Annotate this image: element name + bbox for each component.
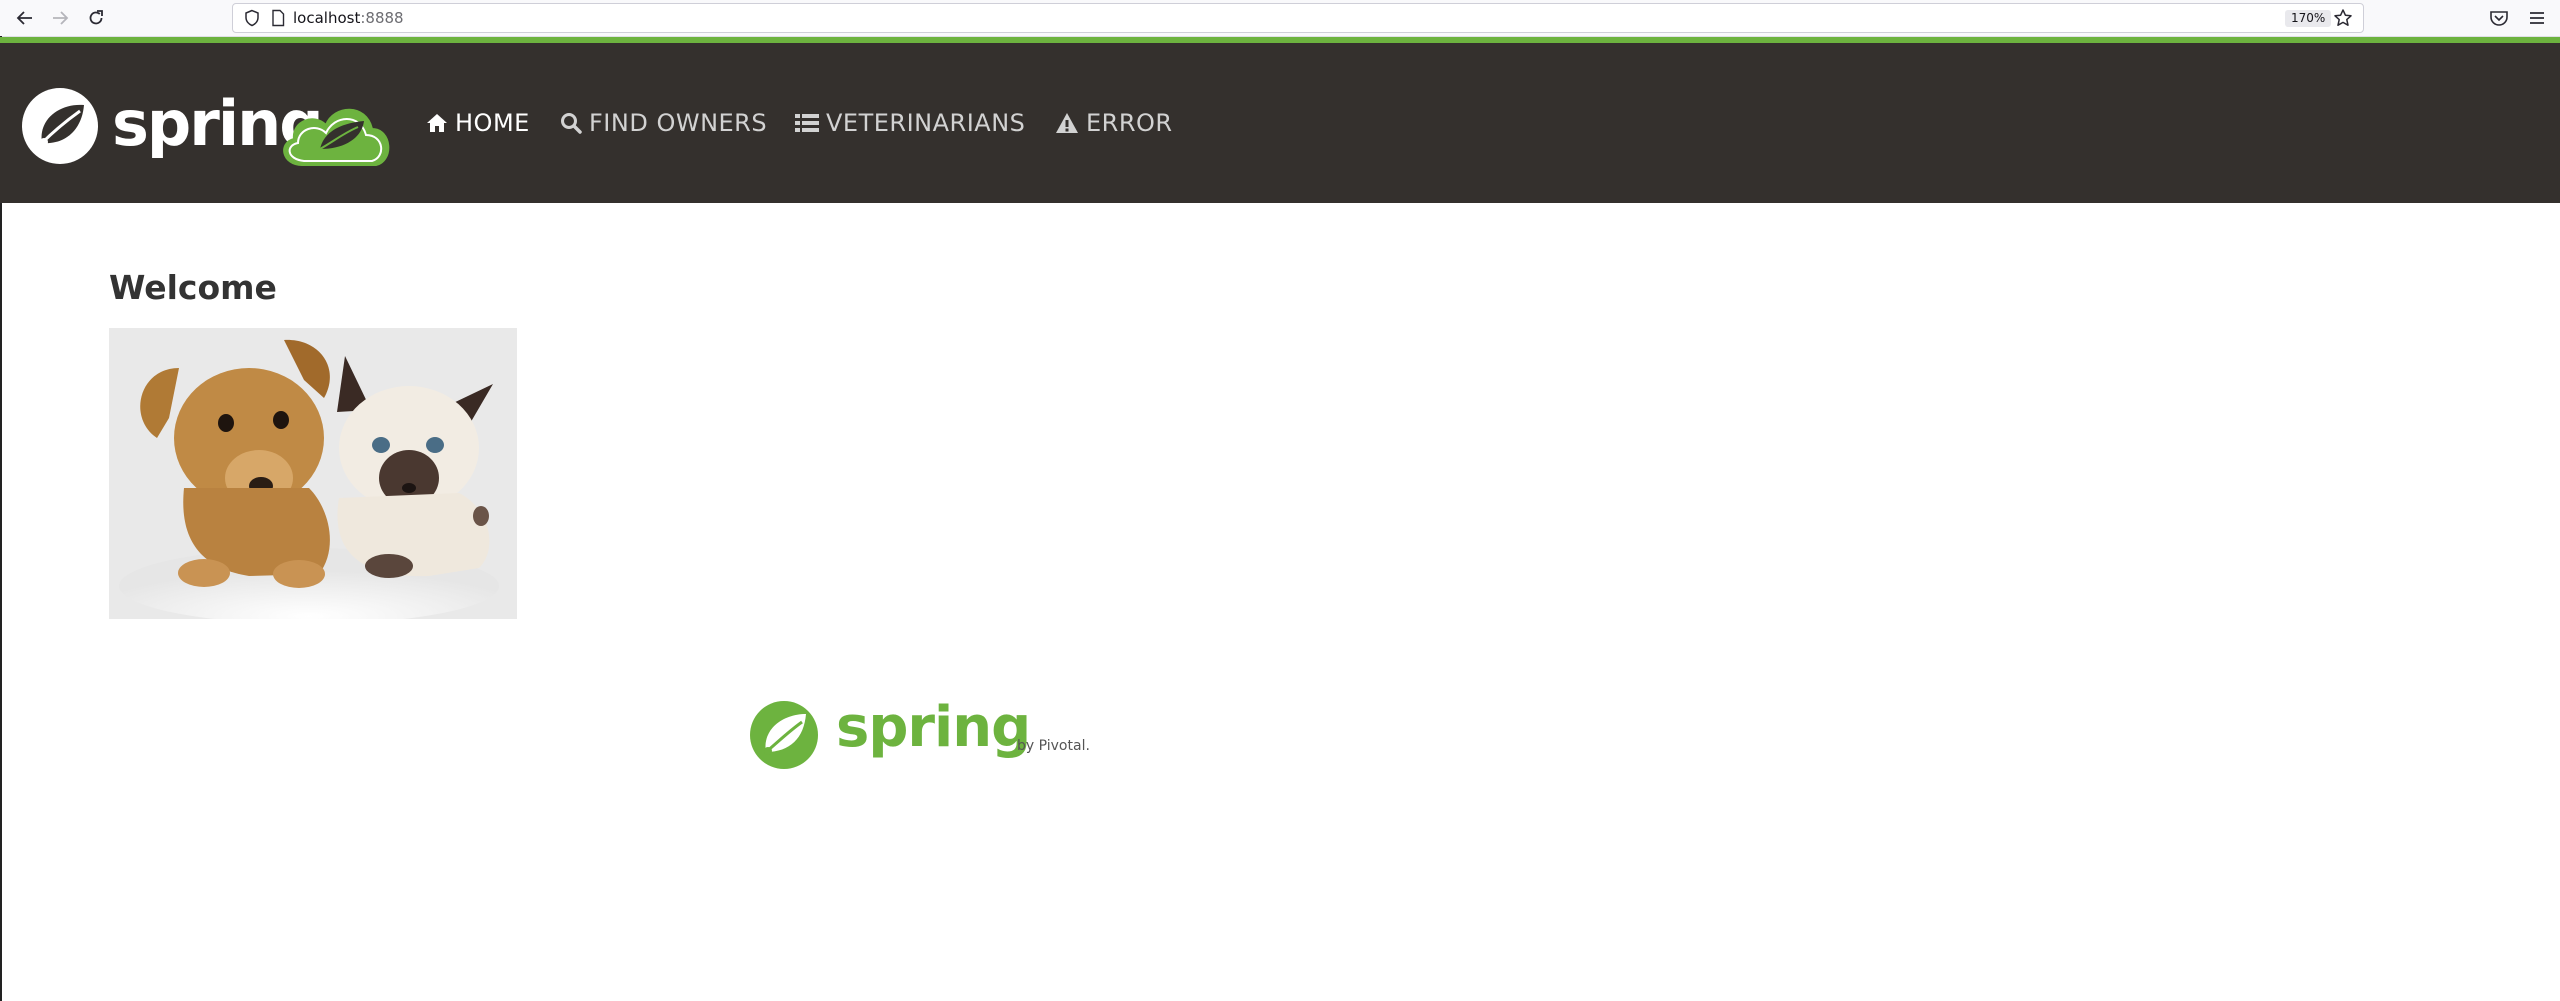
nav-find-owners-label: FIND OWNERS [589, 109, 768, 137]
page-icon[interactable] [269, 9, 287, 27]
home-icon [427, 114, 447, 132]
pets-image [109, 328, 517, 619]
nav-veterinarians-label: VETERINARIANS [826, 109, 1026, 137]
nav-error-label: ERROR [1086, 109, 1173, 137]
address-bar[interactable]: localhost:8888 170% [232, 3, 2364, 33]
pets-illustration [109, 328, 517, 619]
nav-find-owners[interactable]: FIND OWNERS [560, 105, 767, 141]
pocket-icon[interactable] [2488, 7, 2510, 29]
hamburger-menu-icon[interactable] [2526, 7, 2548, 29]
browser-toolbar: localhost:8888 170% [0, 0, 2560, 37]
zoom-badge[interactable]: 170% [2285, 10, 2332, 27]
url-host: localhost [293, 9, 361, 27]
footer-wordmark: spring [836, 695, 1031, 760]
back-arrow-icon[interactable] [11, 4, 39, 32]
nav-home-label: HOME [455, 109, 530, 137]
reload-icon[interactable] [82, 4, 110, 32]
page-title: Welcome [109, 268, 277, 307]
url-text[interactable]: localhost:8888 [293, 9, 404, 27]
footer-byline: by Pivotal. [1017, 738, 1090, 754]
url-port: :8888 [360, 9, 404, 27]
shield-icon[interactable] [243, 9, 261, 27]
forward-arrow-icon[interactable] [46, 4, 74, 32]
nav-veterinarians[interactable]: VETERINARIANS [795, 105, 1025, 141]
search-icon [561, 113, 582, 134]
list-icon [795, 114, 819, 132]
navbar: spring HOME FIND OWNERS VETERINARIANS ER… [0, 43, 2560, 203]
nav-home[interactable]: HOME [426, 105, 530, 141]
star-icon[interactable] [2333, 8, 2353, 28]
nav-error[interactable]: ERROR [1055, 105, 1173, 141]
spring-logo[interactable]: spring [20, 85, 410, 167]
warning-icon [1056, 113, 1078, 133]
